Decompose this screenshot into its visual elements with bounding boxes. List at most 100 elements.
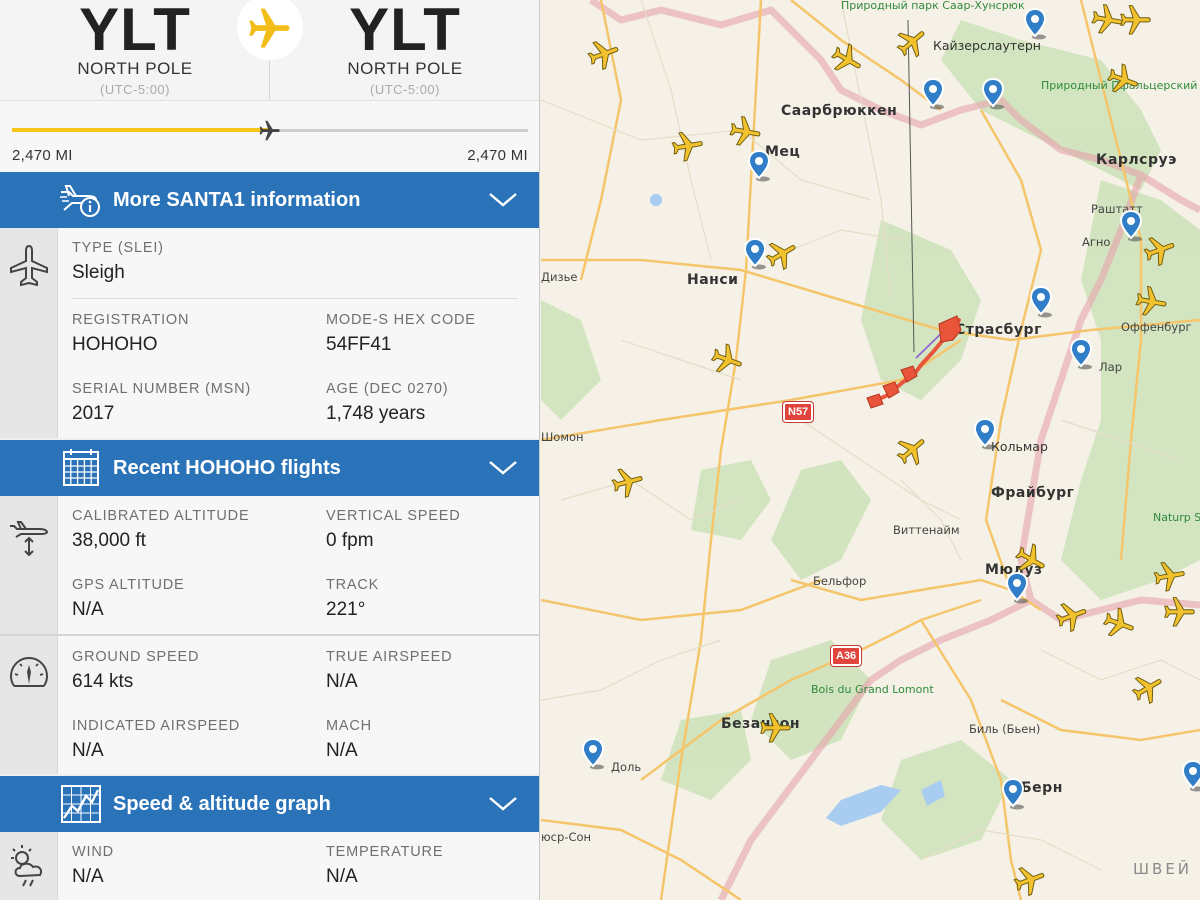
city-offenburg[interactable]: Оффенбург	[1121, 320, 1192, 334]
speedometer-icon	[10, 657, 48, 687]
aircraft-icon[interactable]	[1086, 0, 1130, 41]
weather-icon	[11, 845, 43, 887]
registration-field: REGISTRATION HOHOHO	[72, 312, 189, 356]
aircraft-icon[interactable]	[757, 708, 795, 746]
recent-flights-header[interactable]: Recent HOHOHO flights	[0, 440, 539, 496]
chevron-down-icon[interactable]	[488, 191, 518, 209]
chevron-down-icon[interactable]	[488, 795, 518, 813]
park-saar: Природный парк Саар-Хунсрюк	[841, 0, 1025, 12]
city-lons[interactable]: юср-Сон	[541, 830, 591, 844]
city-dizier[interactable]: Дизье	[541, 270, 577, 284]
city-nancy[interactable]: Нанси	[687, 272, 738, 288]
flight-info-panel: YLT NORTH POLE (UTC-5:00) YLT NORTH POLE…	[0, 0, 540, 900]
aircraft-details: TYPE (SLEI) Sleigh REGISTRATION HOHOHO M…	[0, 228, 539, 438]
altitude-details: CALIBRATED ALTITUDE 38,000 ft VERTICAL S…	[0, 496, 539, 634]
city-wittenheim[interactable]: Виттенайм	[893, 523, 960, 537]
chevron-down-icon[interactable]	[488, 459, 518, 477]
type-field: TYPE (SLEI) Sleigh	[72, 240, 164, 284]
gps-altitude-label: GPS ALTITUDE	[72, 577, 185, 593]
city-belfort[interactable]: Бельфор	[813, 574, 866, 588]
ground-speed-field: GROUND SPEED 614 kts	[72, 649, 199, 693]
altitude-icon	[10, 521, 49, 556]
destination-airport[interactable]: YLT NORTH POLE (UTC-5:00)	[270, 0, 539, 100]
city-bern[interactable]: Берн	[1021, 780, 1063, 796]
weather-details: WIND N/A TEMPERATURE N/A	[0, 832, 539, 900]
temperature-field: TEMPERATURE N/A	[326, 844, 443, 888]
graph-icon	[61, 785, 101, 823]
park-natur-sud: Naturp Südsc	[1153, 511, 1200, 524]
map-pin-icon[interactable]	[1181, 759, 1200, 792]
indicated-airspeed-field: INDICATED AIRSPEED N/A	[72, 718, 240, 762]
map-pin-icon[interactable]	[1069, 337, 1093, 370]
track-value: 221°	[326, 599, 366, 620]
map-pin-icon[interactable]	[747, 149, 771, 182]
flight-progress: 2,470 MI 2,470 MI	[0, 100, 539, 172]
destination-city: NORTH POLE	[347, 59, 463, 78]
vertical-speed-field: VERTICAL SPEED 0 fpm	[326, 508, 461, 552]
city-chaumont[interactable]: Шомон	[541, 430, 584, 444]
mach-label: MACH	[326, 718, 372, 734]
aircraft-icon[interactable]	[1161, 592, 1199, 630]
city-saarbrucken[interactable]: Саарбрюккен	[781, 103, 897, 119]
aircraft-icon[interactable]	[666, 123, 710, 167]
park-bois-du: Bois du Grand Lomont	[811, 683, 934, 696]
graph-header[interactable]: Speed & altitude graph	[0, 776, 539, 832]
destination-code: YLT	[349, 0, 461, 63]
sleigh-icon[interactable]	[861, 310, 971, 420]
serial-value: 2017	[72, 403, 115, 424]
progress-fill	[12, 128, 270, 132]
map-pin-icon[interactable]	[973, 417, 997, 450]
age-field: AGE (DEC 0270) 1,748 years	[326, 381, 448, 425]
map-pin-icon[interactable]	[981, 77, 1005, 110]
city-freiburg[interactable]: Фрайбург	[991, 485, 1074, 501]
origin-airport[interactable]: YLT NORTH POLE (UTC-5:00)	[0, 0, 270, 100]
ground-speed-label: GROUND SPEED	[72, 649, 200, 665]
true-airspeed-field: TRUE AIRSPEED N/A	[326, 649, 452, 693]
city-lahr[interactable]: Лар	[1099, 360, 1122, 374]
registration-value: HOHOHO	[72, 334, 158, 355]
wind-label: WIND	[72, 844, 114, 860]
map-pin-icon[interactable]	[1029, 285, 1053, 318]
progress-airplane-icon	[255, 117, 285, 148]
route-header: YLT NORTH POLE (UTC-5:00) YLT NORTH POLE…	[0, 0, 539, 100]
gps-altitude-value: N/A	[72, 599, 104, 620]
city-kaiserslautern[interactable]: Кайзерслаутерн	[933, 38, 1041, 53]
city-karlsruhe[interactable]: Карлсруэ	[1096, 152, 1177, 168]
map-pin-icon[interactable]	[1023, 7, 1047, 40]
distance-remaining: 2,470 MI	[467, 147, 528, 164]
calendar-icon	[63, 449, 99, 486]
map-pin-icon[interactable]	[921, 77, 945, 110]
wind-field: WIND N/A	[72, 844, 114, 888]
aircraft-icon[interactable]	[724, 109, 768, 153]
aircraft-icon[interactable]	[1130, 279, 1174, 323]
weather-content	[58, 832, 539, 900]
more-info-header[interactable]: More SANTA1 information	[0, 172, 539, 228]
ground-speed-value: 614 kts	[72, 671, 134, 692]
calibrated-altitude-value: 38,000 ft	[72, 530, 146, 551]
track-field: TRACK 221°	[326, 577, 379, 621]
city-agno[interactable]: Агно	[1082, 235, 1110, 249]
gps-altitude-field: GPS ALTITUDE N/A	[72, 577, 184, 621]
hex-label: MODE-S HEX CODE	[326, 312, 476, 328]
aircraft-icon[interactable]	[1148, 553, 1192, 597]
speed-details: GROUND SPEED 614 kts TRUE AIRSPEED N/A I…	[0, 636, 539, 774]
indicated-airspeed-label: INDICATED AIRSPEED	[72, 718, 241, 734]
temperature-value: N/A	[326, 866, 358, 887]
mach-value: N/A	[326, 740, 358, 761]
hex-field: MODE-S HEX CODE 54FF41	[326, 312, 476, 356]
map-pin-icon[interactable]	[581, 737, 605, 770]
destination-utc: (UTC-5:00)	[369, 82, 440, 97]
map-view[interactable]: Саарбрюккен Кайзерслаутерн Мец Нанси Стр…	[541, 0, 1200, 900]
mach-field: MACH N/A	[326, 718, 372, 762]
age-value: 1,748 years	[326, 403, 426, 424]
gutter	[0, 636, 58, 774]
graph-title: Speed & altitude graph	[113, 792, 331, 815]
route-divider	[269, 60, 270, 100]
map-pin-icon[interactable]	[1001, 777, 1025, 810]
city-biel[interactable]: Биль (Бьен)	[969, 722, 1040, 736]
distance-flown: 2,470 MI	[12, 147, 73, 164]
hex-value: 54FF41	[326, 334, 392, 355]
true-airspeed-value: N/A	[326, 671, 358, 692]
city-colmar[interactable]: Кольмар	[991, 439, 1048, 454]
city-dole[interactable]: Доль	[611, 760, 641, 774]
